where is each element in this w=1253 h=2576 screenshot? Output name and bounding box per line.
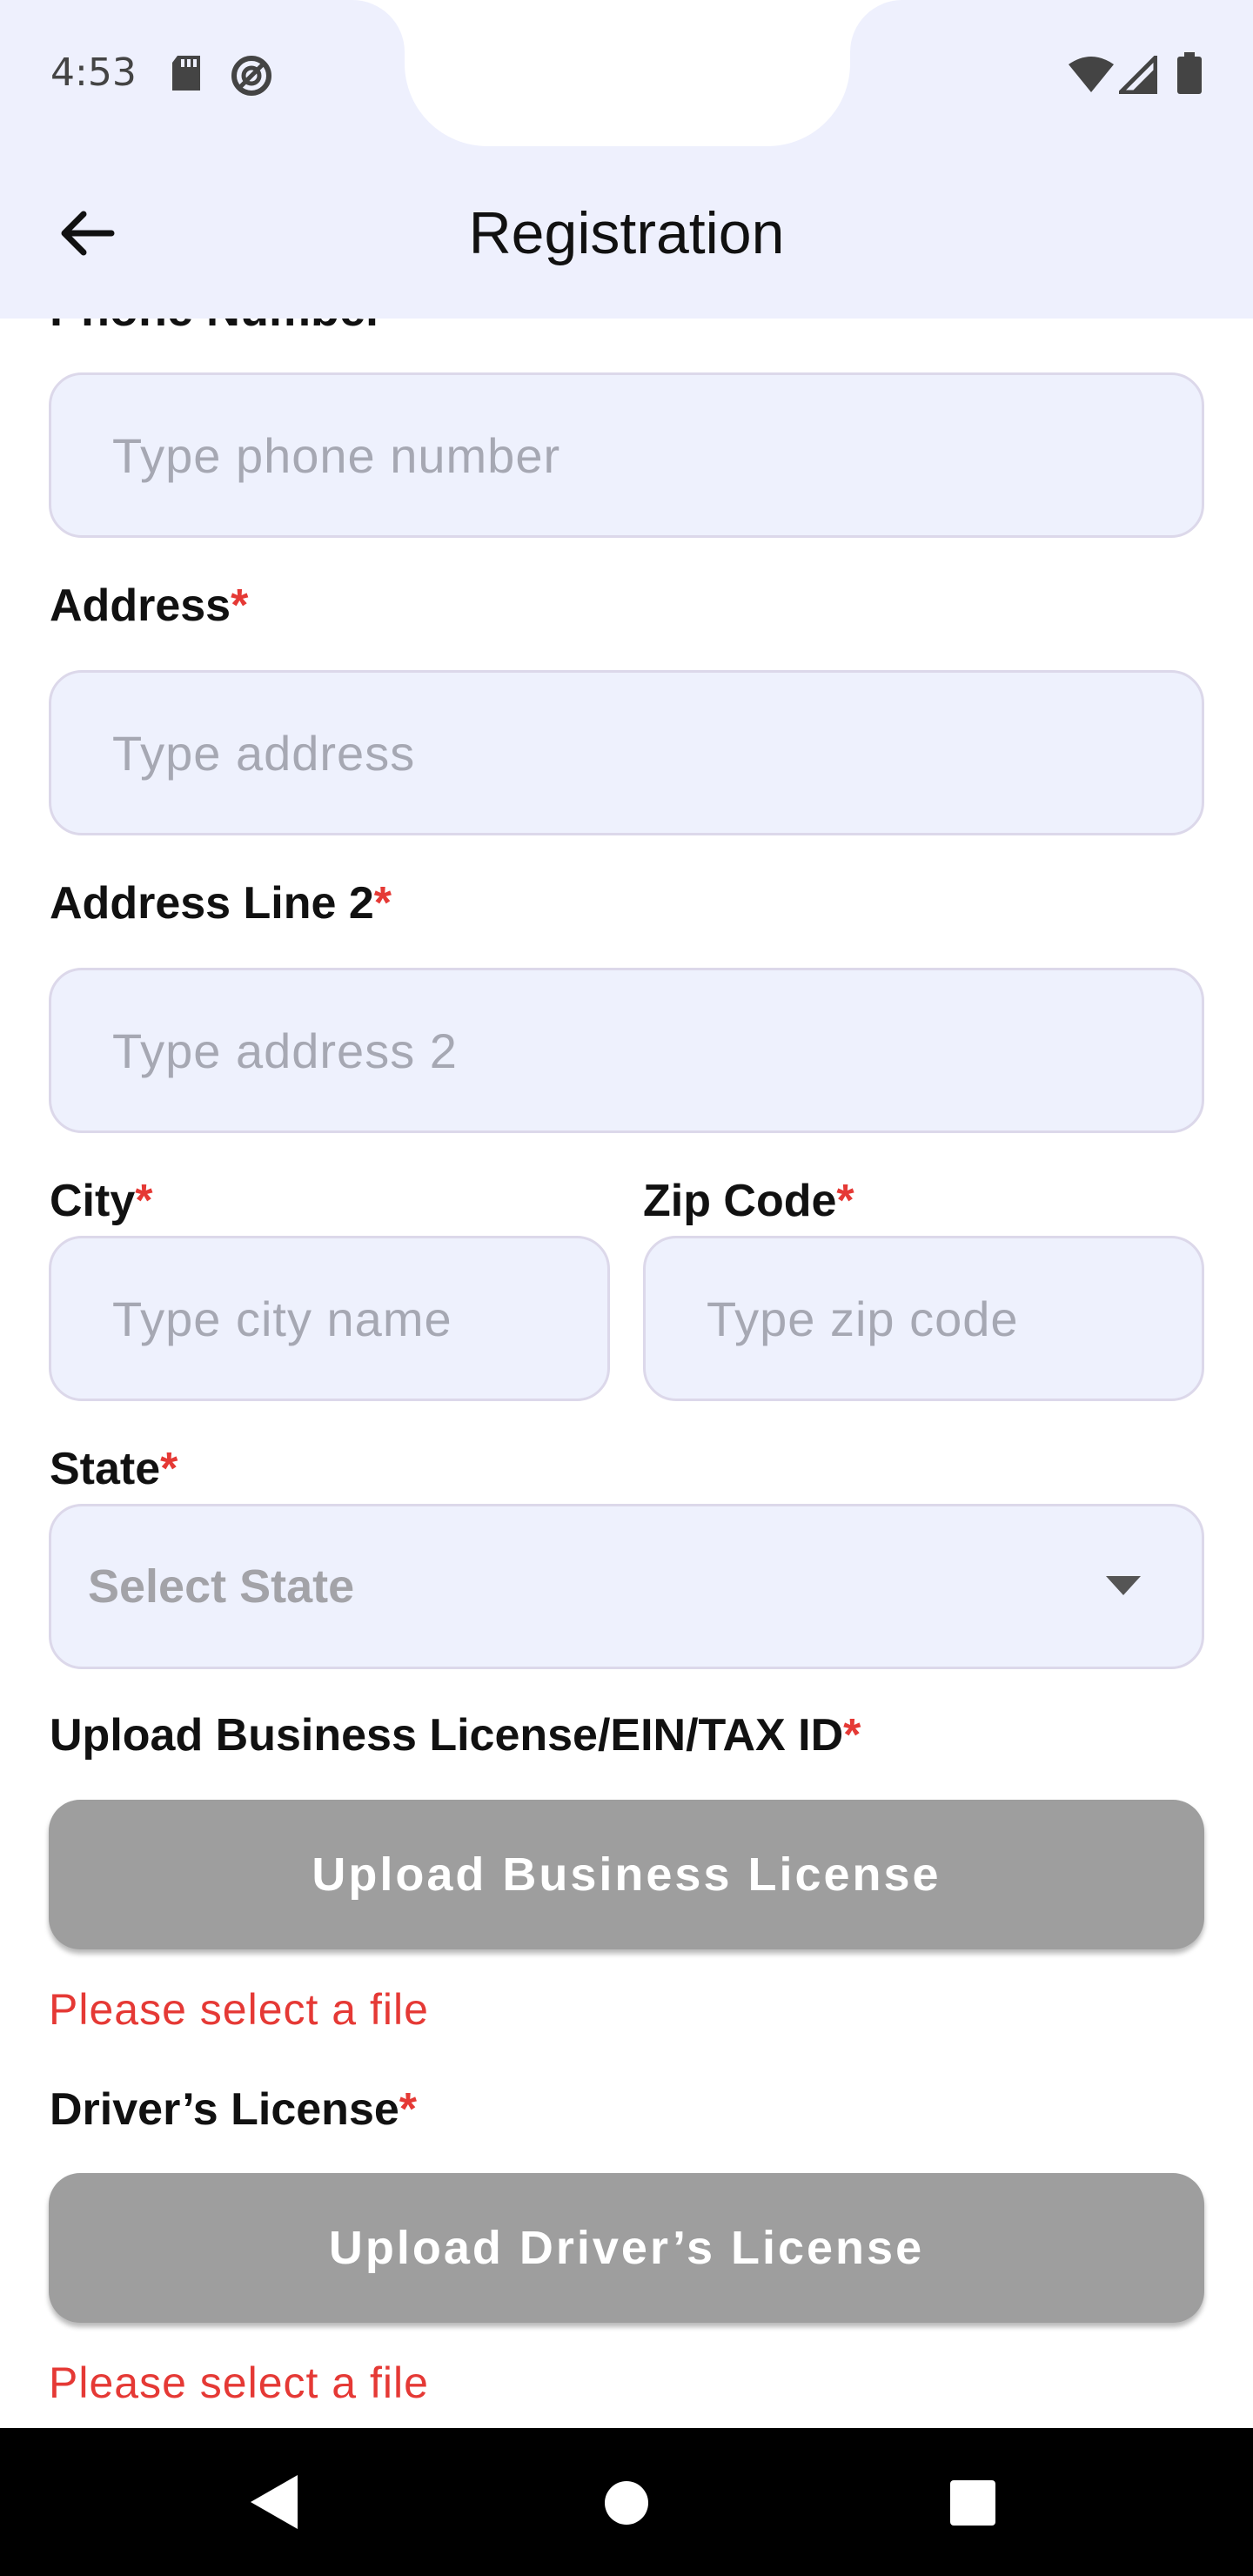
zip-code-field[interactable] [643,1236,1204,1401]
zip-code-label: Zip Code* [643,1173,854,1229]
wifi-icon [1067,56,1116,98]
phone-number-label: Phone Number [50,319,384,336]
status-time: 4:53 [50,50,137,95]
city-field[interactable] [49,1236,610,1401]
battery-icon [1176,52,1203,98]
required-asterisk: * [843,1710,861,1761]
required-asterisk: * [373,878,392,929]
address-label: Address* [50,578,248,634]
camera-notch [405,0,850,146]
upload-business-license-button[interactable]: Upload Business License [49,1800,1204,1949]
recents-square-icon[interactable] [950,2480,995,2526]
address-line-2-field[interactable] [49,968,1204,1133]
business-license-label: Upload Business License/EIN/TAX ID* [50,1707,861,1763]
state-selected-value: Select State [88,1560,355,1613]
state-label: State* [50,1441,178,1497]
state-dropdown[interactable]: Select State [49,1504,1204,1669]
city-input[interactable] [51,1238,607,1399]
business-license-label-text: Upload Business License/EIN/TAX ID [50,1710,844,1761]
city-label: City* [50,1173,153,1229]
system-nav-bar [0,2428,1253,2576]
phone-field[interactable] [49,372,1204,538]
clipped-label-wrapper: Phone Number [0,319,1253,336]
business-license-error: Please select a file [49,1985,429,2034]
zip-code-label-text: Zip Code [643,1176,837,1226]
upload-drivers-license-button[interactable]: Upload Driver’s License [49,2173,1204,2323]
signal-icon [1115,51,1158,98]
address-line-2-input[interactable] [51,970,1202,1130]
at-sign-icon [230,54,273,102]
address-field[interactable] [49,670,1204,835]
drivers-license-error: Please select a file [49,2358,429,2407]
back-triangle-icon[interactable] [251,2475,298,2529]
city-label-text: City [50,1176,136,1226]
notch-corner-right [850,0,902,52]
required-asterisk: * [135,1176,153,1226]
drivers-license-label: Driver’s License* [50,2082,417,2137]
required-asterisk: * [160,1444,178,1494]
zip-code-input[interactable] [646,1238,1202,1399]
required-asterisk: * [231,580,249,631]
address-line-2-label-text: Address Line 2 [50,878,374,929]
state-label-text: State [50,1444,161,1494]
required-asterisk: * [399,2084,418,2135]
address-line-2-label: Address Line 2* [50,875,392,931]
notch-corner-left [352,0,405,52]
drivers-license-label-text: Driver’s License [50,2084,399,2135]
chevron-down-icon [1106,1576,1141,1595]
page-title: Registration [468,200,785,266]
home-circle-icon[interactable] [604,2480,649,2526]
sd-card-icon [169,54,204,97]
address-input[interactable] [51,673,1202,833]
phone-input[interactable] [51,375,1202,535]
required-asterisk: * [836,1176,854,1226]
address-label-text: Address [50,580,231,631]
